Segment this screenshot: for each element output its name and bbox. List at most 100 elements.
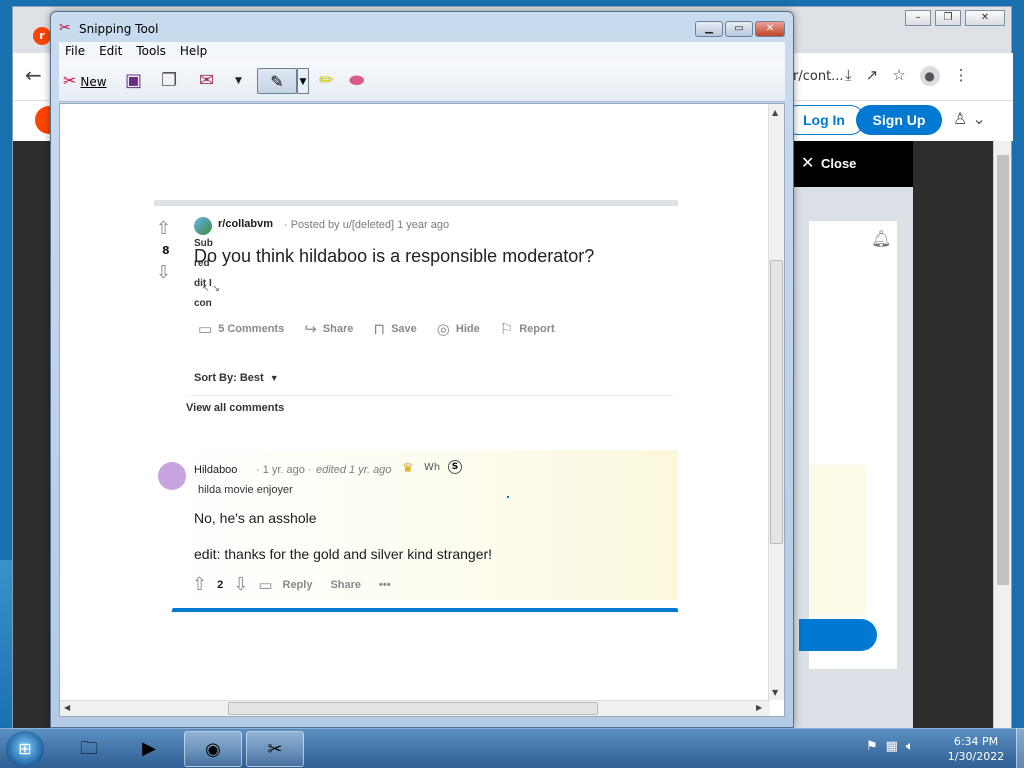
send-snip-icon[interactable]: ✉ bbox=[199, 68, 214, 94]
post-score: 8 bbox=[162, 244, 170, 257]
user-menu-icon[interactable]: ♙ ⌄ bbox=[953, 109, 986, 128]
copy-icon[interactable]: ❐ bbox=[161, 68, 177, 94]
vertical-scrollbar-thumb[interactable] bbox=[770, 260, 783, 544]
snip-toolbar: ✂ New ▣ ❐ ✉ ▼ ✎ ▼ ✏ ⬬ bbox=[59, 60, 785, 102]
window-title: Snipping Tool bbox=[79, 22, 159, 36]
sidebar-join-button[interactable] bbox=[799, 619, 877, 651]
snip-canvas: ⇧ 8 ⇩ Subreddit Icon r/collabvm · Posted… bbox=[59, 103, 785, 717]
scroll-left-icon[interactable]: ◀ bbox=[64, 703, 70, 712]
address-bar[interactable]: r/cont... bbox=[793, 69, 844, 84]
menu-tools[interactable]: Tools bbox=[136, 42, 166, 60]
post-title: Do you think hildaboo is a responsible m… bbox=[194, 246, 595, 266]
post-topbar bbox=[154, 200, 678, 206]
flag-icon: ⚐ bbox=[499, 321, 514, 338]
comment-time: · 1 yr. ago · bbox=[256, 464, 312, 476]
browser-window-controls: – ❐ ✕ bbox=[905, 10, 1005, 26]
menu-edit[interactable]: Edit bbox=[99, 42, 122, 60]
close-icon: ✕ bbox=[801, 155, 815, 172]
sidebar-card: 🔔︎ bbox=[799, 221, 897, 669]
award-image-broken: Wh bbox=[424, 462, 441, 473]
vertical-scrollbar[interactable]: ▲ ▼ bbox=[768, 104, 784, 700]
start-button[interactable]: ⊞ bbox=[6, 731, 44, 767]
upvote-icon[interactable]: ⇧ bbox=[156, 218, 171, 239]
media-player-taskbar-icon[interactable]: ▶ bbox=[120, 731, 178, 767]
close-post-button[interactable]: ✕ Close bbox=[793, 141, 913, 187]
volume-icon[interactable]: 🔈︎ bbox=[906, 739, 914, 754]
subreddit-icon[interactable] bbox=[194, 217, 212, 235]
sidebar-highlight bbox=[809, 465, 867, 615]
share-icon[interactable]: ↗ bbox=[866, 66, 879, 86]
maximize-icon[interactable]: ❐ bbox=[935, 10, 961, 26]
snip-window-controls: ▁ ▭ ✕ bbox=[695, 21, 785, 37]
expand-icon[interactable]: ↖ ↘ bbox=[202, 284, 220, 294]
menu-file[interactable]: File bbox=[65, 42, 85, 60]
post-actions: ▭ 5 Comments ↪ Share ⊓ Save ◎ Hide ⚐ Report bbox=[198, 320, 555, 338]
action-center-icon[interactable]: ⚑ bbox=[866, 739, 878, 754]
browser-scrollbar[interactable] bbox=[993, 141, 1011, 729]
upvote-icon[interactable]: ⇧ bbox=[192, 574, 207, 595]
more-options-icon[interactable]: ••• bbox=[379, 579, 391, 591]
bookmark-star-icon[interactable]: ☆ bbox=[892, 66, 905, 86]
snipping-tool-window[interactable]: ✂ Snipping Tool ▁ ▭ ✕ File Edit Tools He… bbox=[50, 11, 794, 728]
sort-dropdown[interactable]: Sort By: Best ▼ bbox=[194, 372, 279, 384]
highlighter-icon[interactable]: ✏ bbox=[319, 68, 334, 94]
comment-share-button[interactable]: Share bbox=[330, 579, 361, 591]
save-icon[interactable]: ▣ bbox=[125, 68, 142, 94]
pen-dropdown-icon[interactable]: ▼ bbox=[297, 68, 309, 94]
scroll-down-icon[interactable]: ▼ bbox=[772, 688, 778, 697]
profile-icon[interactable]: ● bbox=[919, 66, 940, 86]
comment-author[interactable]: Hildaboo bbox=[194, 464, 237, 476]
user-flair: hilda movie enjoyer bbox=[198, 484, 293, 496]
downvote-icon[interactable]: ⇩ bbox=[233, 574, 248, 595]
taskbar: ⊞ 🗀 ▶ ◉ ✂ ⚑ ▦ 🔈︎ 6:34 PM 1/30/2022 bbox=[0, 728, 1024, 768]
snipping-tool-taskbar-icon[interactable]: ✂ bbox=[246, 731, 304, 767]
menu-help[interactable]: Help bbox=[180, 42, 207, 60]
comment-actions: ⇧ 2 ⇩ ▭ Reply Share ••• bbox=[192, 574, 391, 595]
download-icon[interactable]: ⤓ bbox=[845, 66, 852, 86]
minimize-icon[interactable]: ▁ bbox=[695, 21, 723, 37]
send-dropdown-icon[interactable]: ▼ bbox=[235, 68, 242, 94]
subreddit-link[interactable]: r/collabvm bbox=[218, 218, 273, 230]
bell-icon[interactable]: 🔔︎ bbox=[871, 229, 891, 248]
network-icon[interactable]: ▦ bbox=[886, 739, 898, 754]
maximize-icon[interactable]: ▭ bbox=[725, 21, 753, 37]
horizontal-scrollbar[interactable]: ◀ ▶ bbox=[60, 700, 770, 716]
clock[interactable]: 6:34 PM 1/30/2022 bbox=[946, 734, 1006, 764]
report-button[interactable]: ⚐ Report bbox=[500, 320, 555, 338]
eraser-icon[interactable]: ⬬ bbox=[349, 68, 364, 94]
hide-button[interactable]: ◎ Hide bbox=[437, 320, 480, 338]
system-tray: ⚑ ▦ 🔈︎ bbox=[866, 739, 914, 754]
browser-scrollbar-thumb[interactable] bbox=[997, 155, 1009, 585]
pen-icon[interactable]: ✎ bbox=[257, 68, 297, 94]
menu-kebab-icon[interactable]: ⋮ bbox=[954, 66, 969, 86]
save-button[interactable]: ⊓ Save bbox=[373, 320, 416, 338]
view-all-comments-link[interactable]: View all comments bbox=[186, 402, 284, 414]
scroll-up-icon[interactable]: ▲ bbox=[772, 108, 778, 117]
hide-icon: ◎ bbox=[436, 321, 450, 338]
share-button[interactable]: ↪ Share bbox=[304, 320, 353, 338]
bookmark-icon: ⊓ bbox=[373, 321, 386, 338]
scroll-right-icon[interactable]: ▶ bbox=[756, 703, 762, 712]
share-label: Share bbox=[322, 323, 354, 335]
signup-button[interactable]: Sign Up bbox=[856, 105, 942, 135]
comments-button[interactable]: ▭ 5 Comments bbox=[198, 320, 284, 338]
horizontal-scrollbar-thumb[interactable] bbox=[228, 702, 598, 715]
show-desktop-button[interactable] bbox=[1016, 728, 1024, 768]
minimize-icon[interactable]: – bbox=[905, 10, 931, 26]
new-snip-button[interactable]: ✂ New bbox=[63, 68, 107, 94]
explorer-taskbar-icon[interactable]: 🗀 bbox=[60, 731, 118, 767]
next-comment-edge bbox=[172, 608, 678, 612]
chrome-taskbar-icon[interactable]: ◉ bbox=[184, 731, 242, 767]
reddit-tab-icon[interactable]: r bbox=[33, 27, 51, 45]
back-arrow-icon[interactable]: ← bbox=[25, 63, 42, 87]
downvote-icon[interactable]: ⇩ bbox=[156, 262, 171, 283]
login-button[interactable]: Log In bbox=[783, 105, 865, 135]
avatar[interactable] bbox=[158, 462, 186, 490]
scissors-icon: ✂ bbox=[63, 71, 77, 90]
close-window-icon[interactable]: ✕ bbox=[755, 21, 785, 37]
reply-button[interactable]: Reply bbox=[283, 579, 313, 591]
hide-label: Hide bbox=[455, 323, 480, 335]
close-window-icon[interactable]: ✕ bbox=[965, 10, 1005, 26]
share-icon: ↪ bbox=[304, 321, 317, 338]
post-meta: · Posted by u/[deleted] 1 year ago bbox=[284, 219, 450, 231]
